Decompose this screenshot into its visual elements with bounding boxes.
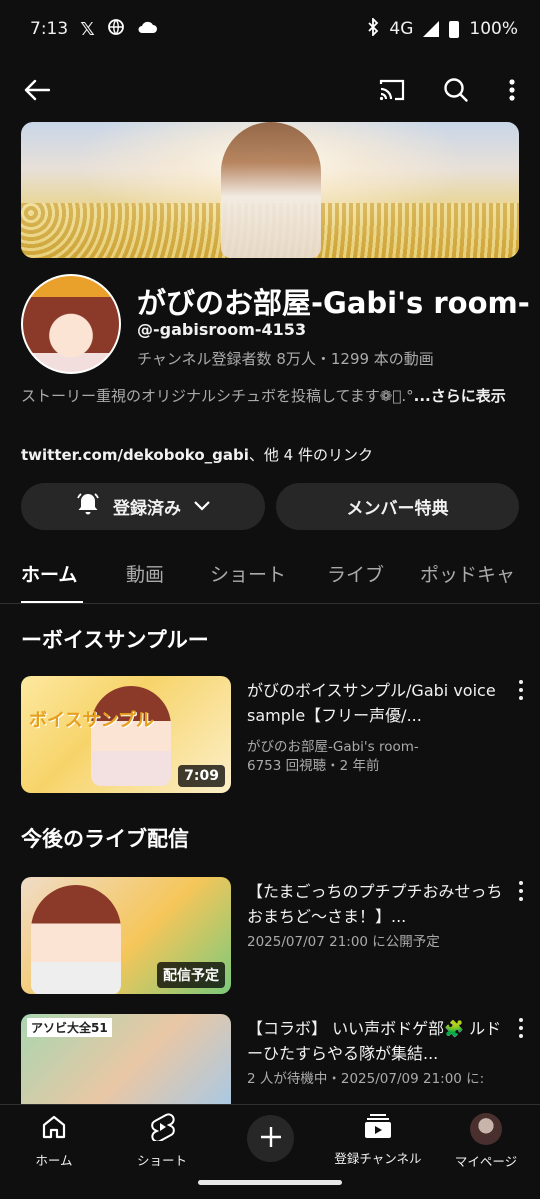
search-icon[interactable] [440,74,472,106]
back-arrow-icon[interactable] [21,74,53,106]
nav-you-label: マイページ [454,1154,518,1169]
subscribed-label: 登録済み [113,499,181,519]
video-meta: 6753 回視聴・2 年前 [247,758,380,774]
more-vert-icon[interactable] [496,74,528,106]
video-meta: 2025/07/07 21:00 に公開予定 [247,934,440,950]
subscribed-button[interactable]: 登録済み [21,483,265,530]
video-channel: がびのお部屋-Gabi's room- [247,739,419,755]
video-menu-icon[interactable] [514,881,528,901]
video-title[interactable]: 【たまごっちのプチプチおみせっち おまちど〜さま！】... [247,879,505,929]
tab-videos[interactable]: 動画 [126,560,164,587]
gesture-handle [198,1180,342,1185]
video-title[interactable]: 【コラボ】 いい声ボドゲ部🧩 ルドーひたすらやる隊が集結... [247,1016,505,1066]
status-bar: 7:13 𝕏 4G 100% [0,0,540,58]
section-title-upcoming-live: 今後のライブ配信 [21,827,189,851]
more-links-text: 、他 4 件のリンク [248,446,373,464]
channel-handle: @-gabisroom-4153 [137,320,307,339]
nav-home[interactable]: ホーム [0,1105,108,1175]
thumbnail-character [31,885,121,994]
bell-icon [75,491,101,522]
video-meta: 2 人が待機中・2025/07/09 21:00 に: [247,1071,485,1087]
channel-banner [21,122,519,258]
x-app-icon: 𝕏 [80,18,95,40]
channel-tabs: ホーム 動画 ショート ライブ ポッドキャ [0,548,540,604]
tab-podcasts[interactable]: ポッドキャ [420,560,515,587]
section-title-voice-sample: ーボイスサンプルー [21,628,209,652]
video-menu-icon[interactable] [514,1018,528,1038]
tab-shorts[interactable]: ショート [210,560,286,587]
video-menu-icon[interactable] [514,680,528,700]
nav-shorts[interactable]: ショート [108,1105,216,1175]
signal-icon [423,21,440,37]
create-button[interactable] [247,1115,294,1162]
nav-subscriptions[interactable]: 登録チャンネル [324,1105,432,1175]
active-tab-indicator [21,601,83,603]
battery-percent: 100% [469,19,518,39]
channel-name: がびのお部屋-Gabi's room- [137,286,530,320]
duration-badge: 7:09 [178,765,225,787]
home-icon [40,1113,68,1144]
channel-stats: チャンネル登録者数 8万人・1299 本の動画 [137,350,434,368]
cast-icon[interactable] [376,74,408,106]
cloud-icon [137,19,157,39]
nav-you[interactable]: マイページ [432,1105,540,1175]
thumbnail-character [91,686,171,786]
channel-avatar[interactable] [21,274,121,374]
banner-character [221,122,321,258]
nav-home-label: ホーム [35,1153,73,1168]
network-type: 4G [389,19,414,39]
nav-subscriptions-label: 登録チャンネル [334,1151,422,1166]
clock: 7:13 [30,19,69,39]
video-title[interactable]: がびのボイスサンプル/Gabi voice sample【フリー声優/... [247,678,505,728]
bluetooth-icon [367,16,379,41]
tab-live[interactable]: ライブ [327,560,384,587]
video-item[interactable]: ボイスサンプル 7:09 がびのボイスサンプル/Gabi voice sampl… [0,676,540,796]
profile-avatar [470,1113,502,1145]
subscriptions-icon [364,1113,392,1142]
membership-label: メンバー特典 [346,499,449,519]
thumbnail-text: ボイスサンプル [29,710,154,731]
description-text: ストーリー重視のオリジナルシチュボを投稿してます❁⃘.° [21,387,414,405]
scheduled-badge: 配信予定 [157,962,225,988]
create-plus-icon [259,1125,283,1153]
thumbnail-text: アソビ大全51 [27,1018,112,1037]
show-more-link[interactable]: ...さらに表示 [414,387,506,405]
battery-icon [449,20,460,38]
video-item[interactable]: 配信予定 【たまごっちのプチプチおみせっち おまちど〜さま！】... 2025/… [0,877,540,997]
top-app-bar [0,62,540,118]
twitter-link[interactable]: twitter.com/dekoboko_gabi [21,446,249,464]
tab-home[interactable]: ホーム [21,560,77,587]
globe-icon [107,18,125,41]
membership-button[interactable]: メンバー特典 [276,483,519,530]
video-thumbnail[interactable]: 配信予定 [21,877,231,994]
video-thumbnail[interactable]: ボイスサンプル 7:09 [21,676,231,793]
nav-shorts-label: ショート [136,1153,187,1168]
channel-description[interactable]: ストーリー重視のオリジナルシチュボを投稿してます❁⃘.°...さらに表示 [21,385,526,407]
shorts-icon [149,1113,175,1144]
channel-links[interactable]: twitter.com/dekoboko_gabi、他 4 件のリンク [21,444,373,465]
chevron-down-icon [193,497,211,517]
